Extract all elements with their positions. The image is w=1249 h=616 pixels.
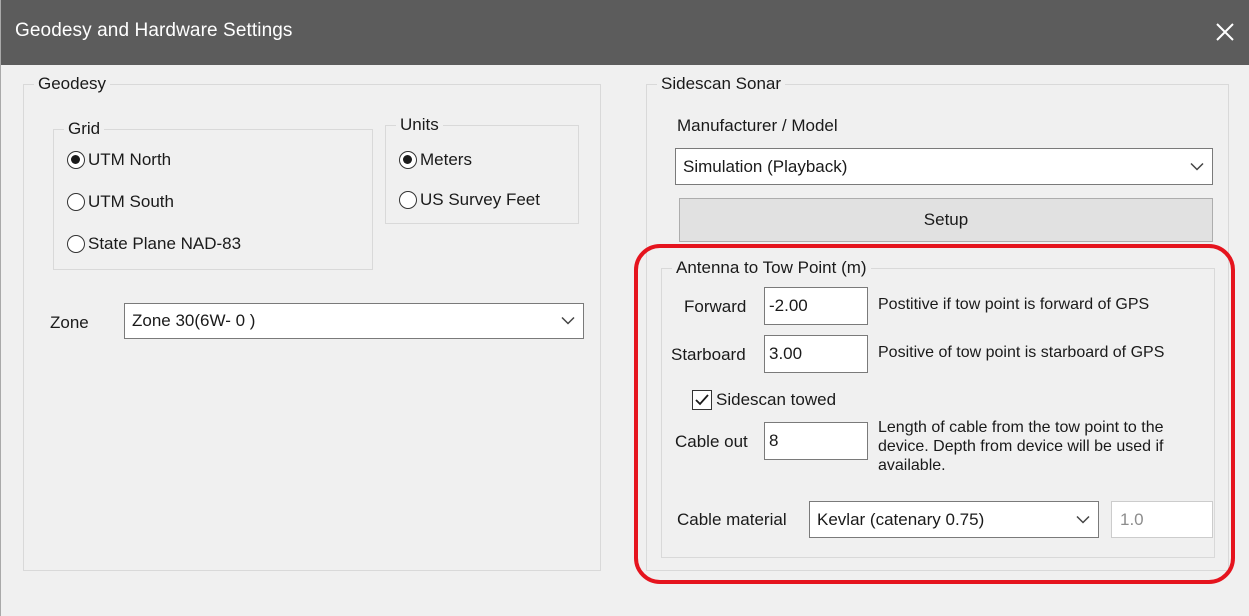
chevron-down-icon: [1190, 162, 1204, 171]
radio-indicator-checked: [67, 151, 85, 169]
checkbox-indicator-checked: [692, 390, 712, 410]
close-icon: [1216, 23, 1234, 41]
antenna-group-label: Antenna to Tow Point (m): [672, 258, 871, 278]
cable-material-select[interactable]: Kevlar (catenary 0.75): [809, 501, 1099, 538]
radio-utm-north[interactable]: UTM North: [67, 148, 171, 172]
cable-material-select-value: Kevlar (catenary 0.75): [817, 509, 985, 529]
catenary-coefficient-input: 1.0: [1111, 501, 1213, 538]
radio-indicator-checked: [399, 151, 417, 169]
radio-label: Meters: [420, 150, 472, 169]
close-button[interactable]: [1205, 12, 1245, 52]
setup-button[interactable]: Setup: [679, 198, 1213, 242]
grid-group-label: Grid: [64, 119, 105, 139]
manufacturer-label: Manufacturer / Model: [677, 116, 838, 135]
manufacturer-select[interactable]: Simulation (Playback): [675, 148, 1213, 185]
cable-out-input[interactable]: 8: [764, 422, 868, 460]
cable-out-help-text: Length of cable from the tow point to th…: [878, 419, 1164, 474]
sidescan-group-label: Sidescan Sonar: [657, 74, 786, 94]
radio-indicator: [67, 193, 85, 211]
radio-indicator: [67, 235, 85, 253]
zone-select[interactable]: Zone 30(6W- 0 ): [124, 303, 584, 339]
forward-input[interactable]: -2.00: [764, 287, 868, 325]
sidescan-towed-checkbox[interactable]: Sidescan towed: [692, 390, 836, 410]
radio-label: UTM South: [88, 192, 174, 211]
forward-label: Forward: [684, 297, 747, 316]
checkbox-label: Sidescan towed: [716, 390, 837, 409]
starboard-input[interactable]: 3.00: [764, 335, 868, 373]
starboard-help-text: Positive of tow point is starboard of GP…: [878, 344, 1165, 361]
title-bar[interactable]: Geodesy and Hardware Settings: [1, 0, 1249, 65]
radio-indicator: [399, 191, 417, 209]
cable-out-label: Cable out: [675, 432, 748, 451]
zone-select-value: Zone 30(6W- 0 ): [132, 311, 256, 330]
radio-label: State Plane NAD-83: [88, 234, 242, 253]
radio-utm-south[interactable]: UTM South: [67, 190, 174, 214]
starboard-label: Starboard: [671, 345, 746, 364]
window-title: Geodesy and Hardware Settings: [15, 20, 293, 41]
chevron-down-icon: [1076, 515, 1090, 524]
radio-state-plane[interactable]: State Plane NAD-83: [67, 232, 241, 256]
radio-label: UTM North: [88, 150, 172, 169]
checkmark-icon: [695, 394, 709, 406]
chevron-down-icon: [561, 316, 575, 325]
geodesy-group-label: Geodesy: [34, 74, 111, 94]
radio-meters[interactable]: Meters: [399, 148, 472, 172]
units-group-label: Units: [396, 115, 443, 135]
cable-material-label: Cable material: [677, 510, 787, 529]
radio-us-survey-feet[interactable]: US Survey Feet: [399, 188, 540, 212]
manufacturer-select-value: Simulation (Playback): [683, 156, 848, 176]
zone-label: Zone: [50, 313, 89, 332]
forward-help-text: Postitive if tow point is forward of GPS: [878, 296, 1150, 313]
settings-dialog: Geodesy and Hardware Settings Geodesy Gr…: [0, 0, 1249, 616]
radio-label: US Survey Feet: [420, 190, 540, 209]
